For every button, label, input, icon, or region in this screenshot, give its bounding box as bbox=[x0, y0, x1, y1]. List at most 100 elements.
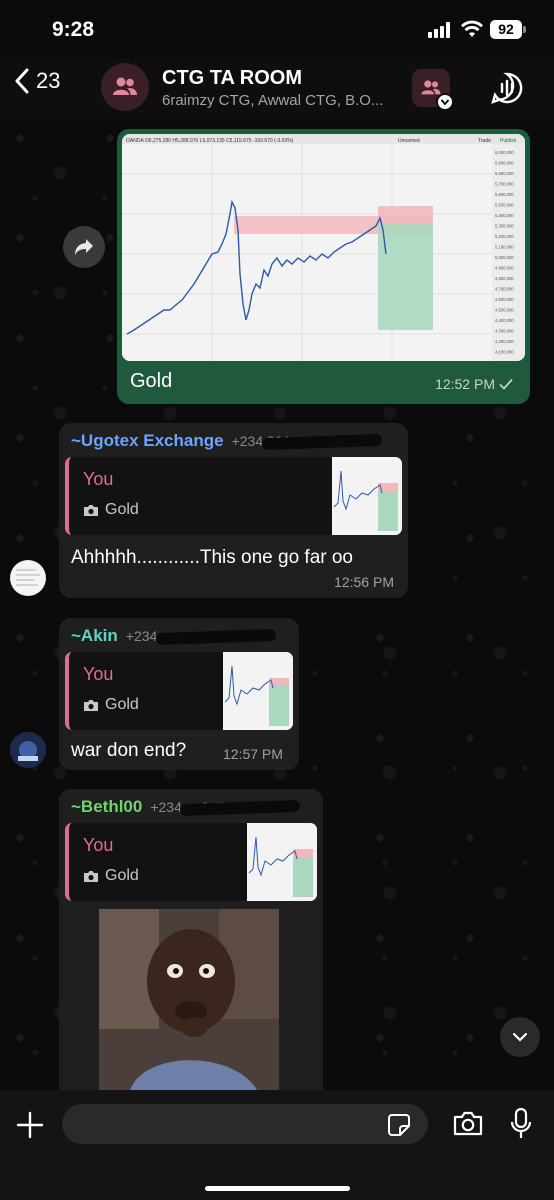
price-axis-label: 5,600,000 bbox=[495, 192, 514, 197]
unread-count: 23 bbox=[36, 68, 61, 93]
price-axis-label: 4,400,000 bbox=[495, 318, 514, 323]
incoming-message-bethl[interactable]: ~Bethl00 +234 ... 2476 You Gold bbox=[59, 789, 323, 1109]
sender-phone-redacted: +234 ... bbox=[125, 628, 173, 644]
cellular-signal-icon bbox=[428, 22, 452, 38]
price-axis-label: 4,900,000 bbox=[495, 266, 514, 271]
quote-thumbnail bbox=[223, 652, 293, 730]
camera-icon bbox=[84, 504, 98, 516]
chart-button-publish: Publish bbox=[500, 138, 517, 144]
microphone-button[interactable] bbox=[510, 1107, 532, 1145]
sender-avatar-ugotex[interactable] bbox=[10, 560, 46, 596]
price-axis-label: 5,100,000 bbox=[495, 245, 514, 250]
community-icon bbox=[421, 80, 441, 95]
plus-icon bbox=[16, 1111, 44, 1139]
sticker-icon bbox=[388, 1114, 410, 1136]
chevron-left-icon bbox=[15, 68, 29, 94]
message-input[interactable] bbox=[62, 1104, 428, 1144]
camera-icon bbox=[84, 870, 98, 882]
community-button[interactable] bbox=[412, 69, 454, 111]
chart-button-unnamed: Unnamed bbox=[398, 138, 420, 144]
message-text: Ahhhhh............This one go far oo bbox=[71, 547, 354, 568]
quote-author: You bbox=[83, 469, 114, 489]
outgoing-image-message[interactable]: OANDA O5,275.280 H5,288.070 L5,073.135 C… bbox=[117, 129, 530, 404]
attach-button[interactable] bbox=[15, 1110, 45, 1145]
chat-header: 23 CTG TA ROOM 6raimzy CTG, Awwal CTG, B… bbox=[0, 58, 554, 118]
price-axis-label: 5,800,000 bbox=[495, 171, 514, 176]
chevron-down-icon bbox=[512, 1032, 528, 1042]
wifi-icon bbox=[460, 20, 484, 43]
sender-name-row: ~Bethl00 +234 ... 2476 bbox=[65, 795, 317, 819]
incoming-message-akin[interactable]: ~Akin +234 ... You Gold war don end? 12:… bbox=[59, 618, 299, 770]
read-check-icon bbox=[499, 378, 513, 390]
quote-author: You bbox=[83, 664, 114, 684]
group-avatar[interactable] bbox=[101, 63, 149, 111]
quote-text: Gold bbox=[105, 696, 139, 713]
message-composer bbox=[0, 1090, 554, 1200]
message-text: war don end? bbox=[71, 740, 187, 761]
status-bar: 9:28 92 bbox=[0, 0, 554, 58]
quote-text: Gold bbox=[105, 501, 139, 518]
price-axis-label: 4,300,000 bbox=[495, 329, 514, 334]
meme-image[interactable] bbox=[99, 909, 279, 1094]
voice-chat-icon bbox=[491, 72, 523, 104]
camera-icon bbox=[453, 1111, 483, 1136]
price-axis-label: 5,000,000 bbox=[495, 255, 514, 260]
trading-chart-screenshot: OANDA O5,275.280 H5,288.070 L5,073.135 C… bbox=[122, 134, 525, 361]
price-axis-label: 5,200,000 bbox=[495, 234, 514, 239]
incoming-message-ugotex[interactable]: ~Ugotex Exchange +234 806 ... 050 You Go… bbox=[59, 423, 408, 598]
price-axis-label: 6,000,000 bbox=[495, 150, 514, 155]
sender-name-row: ~Ugotex Exchange +234 806 ... 050 bbox=[65, 429, 402, 453]
chart-header-text: OANDA O5,275.280 H5,288.070 L5,073.135 C… bbox=[126, 138, 294, 144]
price-axis-label: 4,100,000 bbox=[495, 350, 514, 355]
forward-button[interactable] bbox=[63, 226, 105, 268]
message-time: 12:57 PM bbox=[223, 746, 283, 762]
message-meta: 12:52 PM bbox=[435, 376, 513, 392]
price-axis-label: 4,700,000 bbox=[495, 287, 514, 292]
back-button[interactable]: 23 bbox=[14, 68, 60, 94]
group-icon bbox=[113, 77, 137, 95]
quote-preview: Gold bbox=[83, 501, 139, 519]
status-time: 9:28 bbox=[52, 18, 95, 41]
camera-button[interactable] bbox=[452, 1111, 484, 1142]
sender-name[interactable]: ~Akin bbox=[71, 626, 118, 646]
microphone-icon bbox=[510, 1107, 532, 1138]
price-axis-label: 5,900,000 bbox=[495, 161, 514, 166]
voice-chat-button[interactable] bbox=[490, 71, 524, 110]
camera-icon bbox=[84, 699, 98, 711]
forward-arrow-icon bbox=[75, 239, 93, 255]
chart-image[interactable]: OANDA O5,275.280 H5,288.070 L5,073.135 C… bbox=[122, 134, 525, 361]
price-axis-label: 4,600,000 bbox=[495, 297, 514, 302]
reply-quote[interactable]: You Gold bbox=[65, 652, 293, 730]
sticker-button[interactable] bbox=[388, 1114, 410, 1141]
sender-name[interactable]: ~Ugotex Exchange bbox=[71, 431, 224, 451]
quote-text: Gold bbox=[105, 867, 139, 884]
price-axis-label: 4,200,000 bbox=[495, 339, 514, 344]
scroll-to-bottom-button[interactable] bbox=[500, 1017, 540, 1057]
quote-thumbnail bbox=[247, 823, 317, 901]
sender-phone-redacted: +234 ... 2476 bbox=[150, 799, 233, 815]
sender-avatar-akin[interactable] bbox=[10, 732, 46, 768]
price-axis-label: 4,500,000 bbox=[495, 308, 514, 313]
chart-button-trade: Trade bbox=[478, 138, 491, 144]
price-axis-label: 5,700,000 bbox=[495, 182, 514, 187]
sender-name[interactable]: ~Bethl00 bbox=[71, 797, 142, 817]
quote-preview: Gold bbox=[83, 867, 139, 885]
price-axis-label: 5,400,000 bbox=[495, 213, 514, 218]
reply-quote[interactable]: You Gold bbox=[65, 823, 317, 901]
group-members: 6raimzy CTG, Awwal CTG, B.O... bbox=[162, 92, 384, 109]
chevron-down-icon bbox=[436, 93, 454, 111]
quote-thumbnail bbox=[332, 457, 402, 535]
reply-quote[interactable]: You Gold bbox=[65, 457, 402, 535]
price-axis-label: 5,300,000 bbox=[495, 224, 514, 229]
message-time: 12:52 PM bbox=[435, 376, 495, 392]
chat-title-area[interactable]: CTG TA ROOM 6raimzy CTG, Awwal CTG, B.O.… bbox=[162, 67, 412, 109]
image-caption: Gold bbox=[130, 370, 173, 392]
price-axis-label: 4,800,000 bbox=[495, 276, 514, 281]
home-indicator bbox=[205, 1186, 350, 1191]
price-axis-label: 5,500,000 bbox=[495, 203, 514, 208]
sender-phone-redacted: +234 806 ... 050 bbox=[231, 433, 334, 449]
battery-indicator: 92 bbox=[490, 20, 526, 39]
quote-author: You bbox=[83, 835, 114, 855]
quote-preview: Gold bbox=[83, 696, 139, 714]
message-time: 12:56 PM bbox=[334, 574, 394, 590]
